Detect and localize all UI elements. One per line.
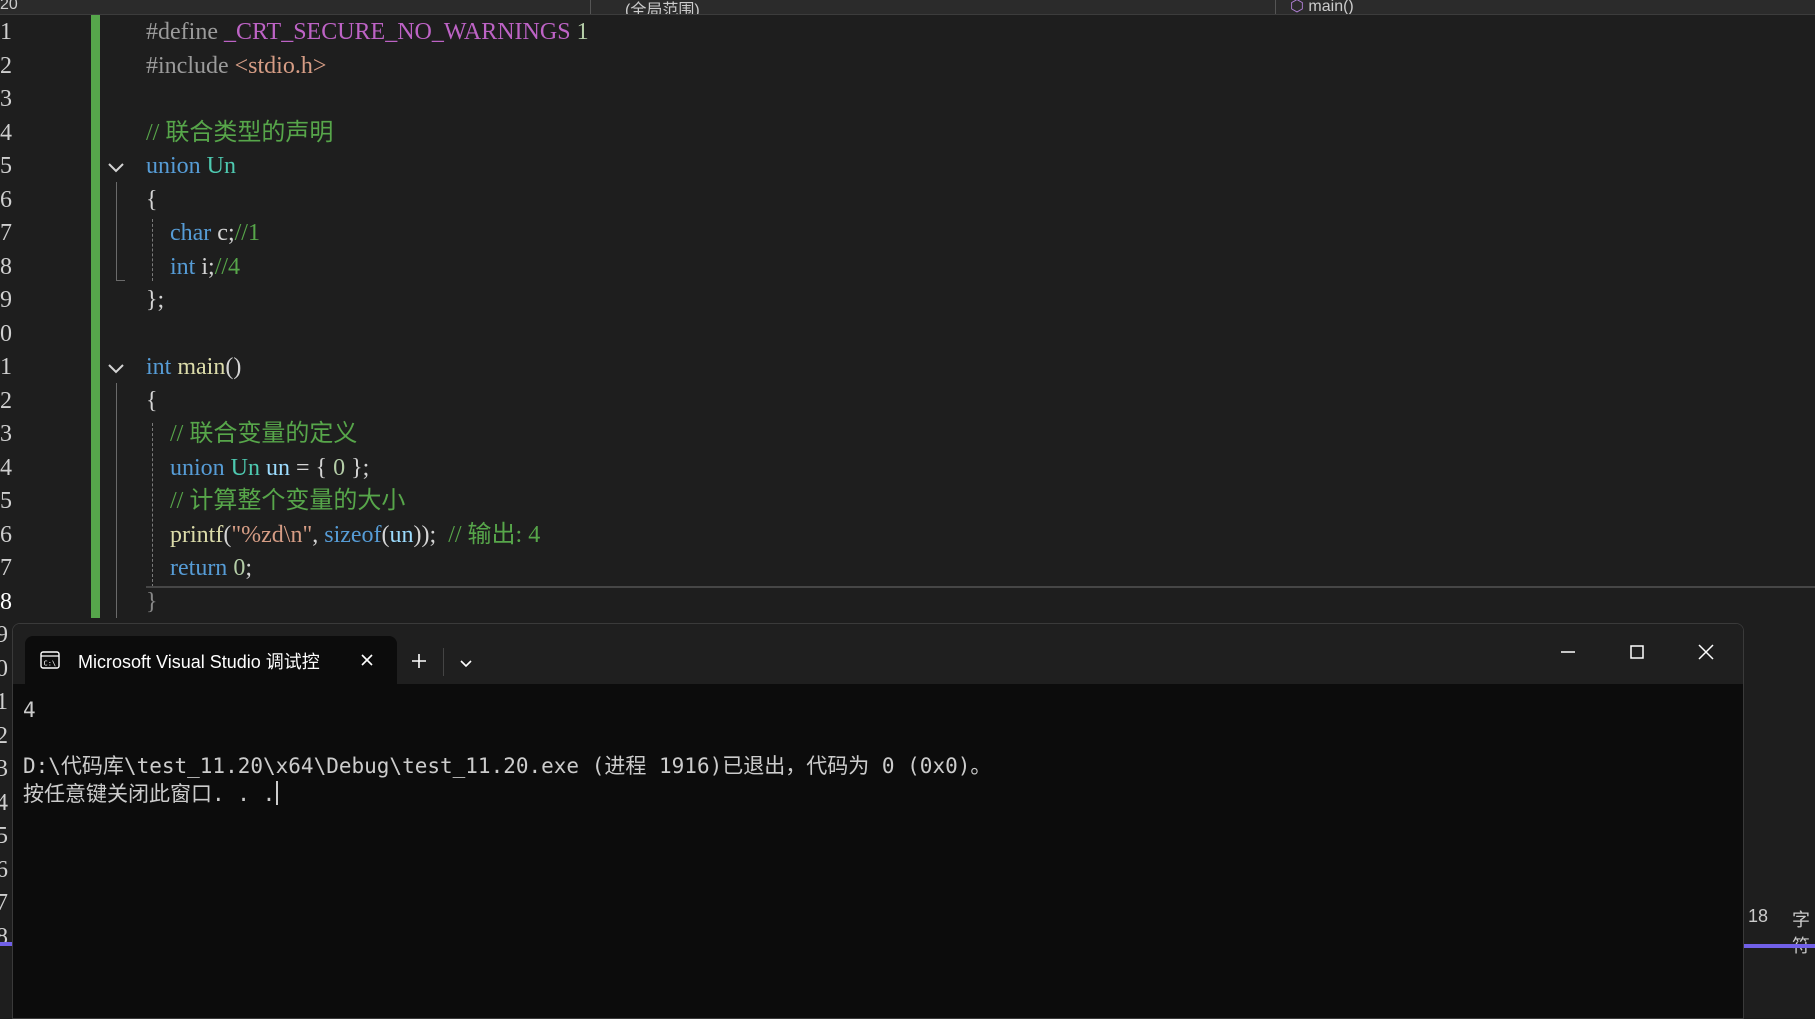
fold-guide bbox=[116, 383, 117, 618]
code-line-8: int i;//4 bbox=[170, 253, 241, 280]
line-number: 8 bbox=[0, 253, 12, 280]
line-number: 6 bbox=[0, 521, 12, 548]
line-number: 0 bbox=[0, 655, 8, 682]
function-dropdown-label: main() bbox=[1308, 0, 1354, 15]
debug-console-window[interactable]: C:\ Microsoft Visual Studio 调试控 4 D:\代码库… bbox=[12, 623, 1744, 1019]
new-tab-icon[interactable] bbox=[407, 649, 431, 673]
char-indicator: 字符 bbox=[1792, 910, 1810, 956]
method-icon: ⬡ bbox=[1290, 0, 1304, 15]
line-number: 0 bbox=[0, 320, 12, 347]
code-line-6: { bbox=[146, 186, 158, 213]
maximize-icon[interactable] bbox=[1622, 637, 1652, 667]
code-line-11: int main() bbox=[146, 354, 242, 380]
line-number: 3 bbox=[0, 756, 8, 782]
chevron-down-icon[interactable] bbox=[454, 651, 478, 675]
code-line-16: printf("%zd\n", sizeof(un)); // 输出: 4 bbox=[170, 521, 541, 548]
code-line-17: return 0; bbox=[170, 555, 252, 581]
hidden-line-numbers: 9 0 1 2 3 4 5 6 7 8 bbox=[0, 618, 12, 1017]
line-number-current: 8 bbox=[0, 588, 12, 615]
line-number: 3 bbox=[0, 421, 12, 447]
code-line-12: { bbox=[146, 387, 158, 414]
minimize-icon[interactable] bbox=[1553, 637, 1583, 667]
console-output-line: 4 bbox=[23, 698, 36, 722]
line-number: 2 bbox=[0, 387, 12, 414]
svg-text:C:\: C:\ bbox=[44, 660, 57, 668]
code-editor[interactable]: 1 2 3 4 5 6 7 8 9 0 1 2 3 4 5 6 7 8 #def… bbox=[0, 15, 1815, 618]
line-number: 2 bbox=[0, 722, 8, 749]
line-number: 1 bbox=[0, 689, 8, 715]
line-number: 7 bbox=[0, 555, 12, 581]
console-prompt-line: 按任意键关闭此窗口. . . bbox=[23, 780, 279, 808]
code-line-13: // 联合变量的定义 bbox=[170, 421, 358, 447]
code-line-9: }; bbox=[146, 287, 165, 313]
function-dropdown[interactable]: ⬡ main() bbox=[1290, 0, 1354, 15]
line-number: 4 bbox=[0, 789, 8, 816]
line-number: 8 bbox=[0, 923, 8, 950]
line-number: 1 bbox=[0, 354, 12, 380]
accent-bar bbox=[0, 942, 12, 946]
line-number: 4 bbox=[0, 454, 12, 481]
line-number: 7 bbox=[0, 220, 12, 246]
fold-chevron-icon[interactable] bbox=[103, 356, 129, 382]
fold-guide bbox=[116, 182, 117, 280]
line-number: 5 bbox=[0, 153, 12, 179]
console-tab-title: Microsoft Visual Studio 调试控 bbox=[78, 652, 320, 672]
line-number: 6 bbox=[0, 856, 8, 883]
terminal-icon: C:\ bbox=[40, 651, 60, 669]
code-line-5: union Un bbox=[146, 153, 237, 179]
line-number: 2 bbox=[0, 52, 12, 79]
change-indicator-bar bbox=[91, 15, 100, 618]
project-fragment: 20 bbox=[0, 0, 18, 13]
fold-chevron-icon[interactable] bbox=[103, 155, 129, 181]
code-line-4: // 联合类型的声明 bbox=[146, 119, 334, 146]
tab-separator bbox=[443, 648, 444, 676]
line-number: 5 bbox=[0, 823, 8, 849]
column-indicator: 18 bbox=[1748, 906, 1769, 926]
line-number: 3 bbox=[0, 86, 12, 112]
code-line-15: // 计算整个变量的大小 bbox=[170, 488, 406, 514]
line-number: 4 bbox=[0, 119, 12, 146]
line-number: 1 bbox=[0, 19, 12, 45]
current-line-highlight bbox=[146, 586, 1815, 618]
code-line-2: #include <stdio.h> bbox=[146, 52, 327, 79]
line-number: 9 bbox=[0, 622, 8, 648]
line-number: 5 bbox=[0, 488, 12, 514]
line-number: 7 bbox=[0, 890, 8, 916]
fold-guide-end bbox=[116, 280, 125, 281]
accent-bar bbox=[1742, 944, 1815, 948]
code-line-1: #define _CRT_SECURE_NO_WARNINGS 1 bbox=[146, 19, 589, 45]
console-tab[interactable]: C:\ Microsoft Visual Studio 调试控 bbox=[25, 636, 397, 684]
code-line-14: union Un un = { 0 }; bbox=[170, 454, 370, 481]
code-line-18: } bbox=[146, 588, 158, 615]
status-strip: 18 字符 bbox=[1742, 618, 1815, 1017]
close-window-icon[interactable] bbox=[1691, 637, 1721, 667]
editor-navigation-bar: 20 (全局范围) ⬡ main() bbox=[0, 0, 1815, 15]
text-cursor bbox=[276, 781, 279, 805]
line-number: 6 bbox=[0, 186, 12, 213]
scope-dropdown[interactable]: (全局范围) bbox=[625, 0, 700, 14]
code-line-7: char c;//1 bbox=[170, 220, 260, 246]
console-output-line: D:\代码库\test_11.20\x64\Debug\test_11.20.e… bbox=[23, 754, 992, 778]
close-tab-icon[interactable] bbox=[355, 648, 379, 672]
line-number: 9 bbox=[0, 287, 12, 313]
console-titlebar[interactable]: C:\ Microsoft Visual Studio 调试控 bbox=[13, 624, 1743, 684]
